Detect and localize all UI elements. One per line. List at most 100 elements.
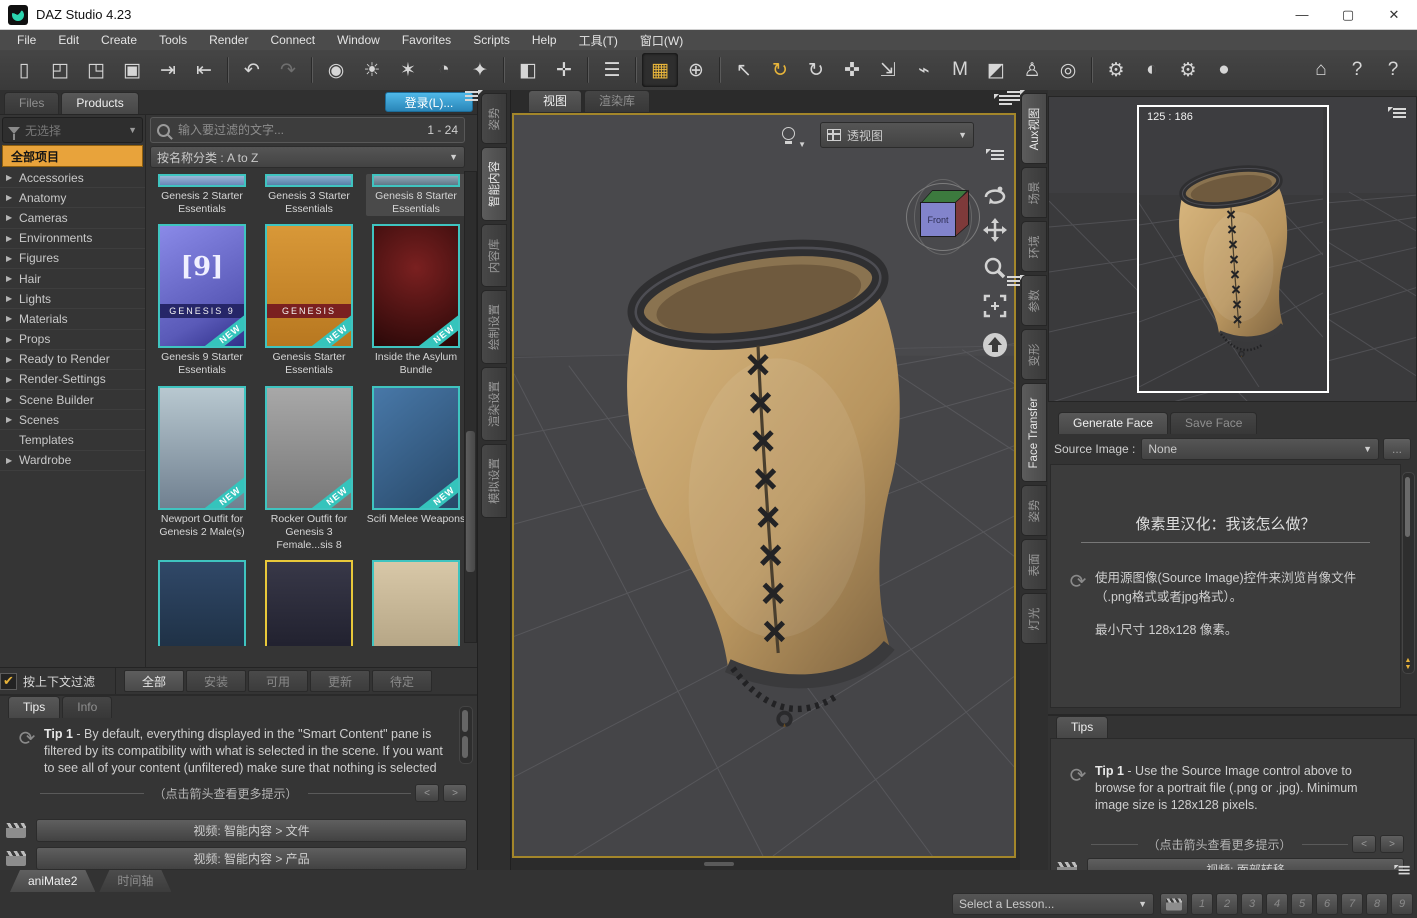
product-thumbnail[interactable]: NEW (158, 174, 246, 187)
dock-tab[interactable]: 表面 (1021, 539, 1047, 590)
lesson-video-button[interactable] (1160, 893, 1188, 915)
viewport-tab[interactable]: 渲染库 (584, 90, 650, 112)
toolbar-icon[interactable]: ◰ (42, 53, 78, 87)
product-item[interactable]: NEW Rocker Outfit for Genesis 3 Female..… (259, 386, 359, 552)
lesson-number-button[interactable]: 6 (1316, 893, 1338, 915)
lesson-number-button[interactable]: 7 (1341, 893, 1363, 915)
status-filter-tab[interactable]: 待定 (372, 670, 432, 692)
lesson-number-button[interactable]: 9 (1391, 893, 1413, 915)
toolbar-icon[interactable]: ⇥ (150, 53, 186, 87)
toolbar-icon[interactable]: ↻ (762, 53, 798, 87)
aux-viewport[interactable]: 125 : 186 (1048, 96, 1417, 402)
category-item[interactable]: ▶ Figures (0, 249, 145, 269)
menu-item[interactable]: Connect (259, 33, 326, 47)
toolbar-icon[interactable]: ◉ (318, 53, 354, 87)
product-thumbnail[interactable]: NEW (265, 560, 353, 646)
orbit-control-icon[interactable] (983, 184, 1007, 204)
product-item[interactable]: NEW Genesis 8 Starter Essentials (366, 174, 466, 216)
menu-item[interactable]: 工具(T) (568, 32, 629, 49)
toolbar-icon[interactable]: ✜ (834, 53, 870, 87)
product-item[interactable]: GENESIS NEW Genesis Starter Essentials (259, 224, 359, 377)
lesson-number-button[interactable]: 4 (1266, 893, 1288, 915)
product-thumbnail[interactable]: NEW (265, 386, 353, 510)
toolbar-icon[interactable]: ↶ (234, 53, 270, 87)
category-item[interactable]: ▶ Scenes (0, 410, 145, 430)
lesson-number-button[interactable]: 1 (1191, 893, 1213, 915)
product-item[interactable]: NEW (259, 560, 359, 646)
toolbar-icon[interactable] (1242, 53, 1303, 87)
timeline-tab[interactable]: aniMate2 (10, 870, 95, 892)
product-thumbnail[interactable]: NEW (372, 224, 460, 348)
lesson-number-button[interactable]: 3 (1241, 893, 1263, 915)
menu-item[interactable]: File (6, 33, 47, 47)
video-button[interactable]: 视频: 智能内容 > 产品 (36, 847, 467, 870)
toolbar-icon[interactable] (227, 57, 229, 83)
toolbar-icon[interactable]: ✦ (462, 53, 498, 87)
window-control-button[interactable]: — (1279, 0, 1325, 30)
toolbar-icon[interactable]: ? (1375, 53, 1411, 87)
toolbar-icon[interactable]: ◩ (978, 53, 1014, 87)
toolbar-icon[interactable]: ⚙ (1098, 53, 1134, 87)
product-thumbnail[interactable]: NEW (158, 560, 246, 646)
context-filter-checkbox[interactable]: ✔ (0, 673, 17, 690)
product-thumbnail[interactable]: NEW (372, 174, 460, 187)
content-tab[interactable]: Products (61, 92, 138, 114)
toolbar-icon[interactable]: ⇲ (870, 53, 906, 87)
category-item[interactable]: ▶ Ready to Render (0, 350, 145, 370)
menu-item[interactable]: 窗口(W) (629, 32, 694, 49)
toolbar-icon[interactable] (719, 57, 721, 83)
toolbar-icon[interactable] (503, 57, 505, 83)
category-item[interactable]: ▶ Cameras (0, 208, 145, 228)
viewport-drag-handle[interactable] (704, 862, 734, 866)
toolbar-icon[interactable]: ◔ (426, 53, 462, 87)
menu-item[interactable]: Create (90, 33, 148, 47)
category-item[interactable]: ▶ Render-Settings (0, 370, 145, 390)
toolbar-icon[interactable]: ⊕ (678, 53, 714, 87)
lighting-icon[interactable] (782, 127, 795, 144)
product-thumbnail[interactable]: NEW (265, 174, 353, 187)
dock-tab[interactable]: 环境 (1021, 221, 1047, 272)
dock-tab[interactable]: Face Transfer (1021, 383, 1047, 482)
toolbar-icon[interactable]: ? (1339, 53, 1375, 87)
dock-tab[interactable]: 参数 (1021, 275, 1047, 326)
lesson-number-button[interactable]: 5 (1291, 893, 1313, 915)
toolbar-icon[interactable]: ▦ (642, 53, 678, 87)
product-item[interactable]: NEW Newport Outfit for Genesis 2 Male(s) (152, 386, 252, 552)
category-item[interactable]: ▶ Materials (0, 309, 145, 329)
camera-dropdown[interactable]: 透视图 ▼ (820, 122, 974, 148)
toolbar-icon[interactable]: ↷ (270, 53, 306, 87)
toolbar-icon[interactable] (311, 57, 313, 83)
product-thumbnail[interactable]: [9] GENESIS 9 NEW (158, 224, 246, 348)
menu-item[interactable]: Render (198, 33, 259, 47)
tips-tab[interactable]: Info (62, 696, 112, 718)
view-cube-front[interactable]: Front (920, 202, 956, 237)
menu-item[interactable]: Scripts (462, 33, 521, 47)
category-item[interactable]: ▶ Templates (0, 430, 145, 450)
search-input[interactable] (176, 122, 423, 138)
face-transfer-tab[interactable]: Generate Face (1058, 412, 1168, 434)
toolbar-icon[interactable]: ▯ (6, 53, 42, 87)
tips-scrollbar[interactable] (459, 706, 473, 764)
product-item[interactable]: NEW Genesis 2 Starter Essentials (152, 174, 252, 216)
product-thumbnail[interactable]: GENESIS NEW (265, 224, 353, 348)
toolbar-icon[interactable] (1091, 57, 1093, 83)
toolbar-icon[interactable]: ● (1206, 53, 1242, 87)
category-item[interactable]: ▶ Scene Builder (0, 390, 145, 410)
browse-button[interactable]: ... (1383, 438, 1411, 460)
menu-item[interactable]: Edit (47, 33, 90, 47)
window-control-button[interactable]: ▢ (1325, 0, 1371, 30)
category-item[interactable]: ▶ Lights (0, 289, 145, 309)
tips-tab[interactable]: Tips (1056, 716, 1108, 738)
prev-tip-button[interactable]: < (415, 784, 439, 802)
home-control-icon[interactable] (982, 332, 1008, 358)
dock-tab[interactable]: 姿势 (481, 93, 507, 144)
login-button[interactable]: 登录(L)... (385, 92, 473, 112)
pane-menu-icon[interactable] (1394, 865, 1409, 877)
product-item[interactable]: NEW (152, 560, 252, 646)
viewport-3d[interactable]: ▼ 透视图 ▼ Front (512, 113, 1016, 858)
category-item[interactable]: ▶ Wardrobe (0, 451, 145, 471)
toolbar-icon[interactable]: ☰ (594, 53, 630, 87)
toolbar-icon[interactable]: ⚙ (1170, 53, 1206, 87)
toolbar-icon[interactable]: ✛ (546, 53, 582, 87)
view-cube[interactable]: Front (906, 181, 980, 255)
